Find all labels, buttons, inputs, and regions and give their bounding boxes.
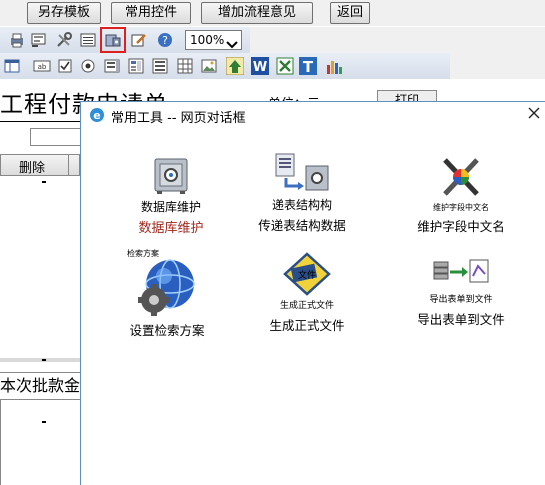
- list-icon[interactable]: [79, 31, 97, 49]
- add-process-opinion-button[interactable]: 增加流程意见: [201, 2, 313, 24]
- chevron-down-icon: [226, 36, 238, 54]
- tool-icon-caption: 维护字段中文名: [433, 203, 489, 212]
- tool-icon-caption: 递表结构构: [271, 198, 332, 212]
- tool-caption: 设置检索方案: [129, 323, 205, 338]
- tool-database-maintenance[interactable]: 数据库维护 数据库维护: [121, 156, 221, 236]
- toolbar-row-2-empty: [450, 53, 545, 79]
- tool-caption: 导出表单到文件: [417, 312, 505, 327]
- tool-icon-caption: 导出表单到文件: [429, 295, 493, 305]
- tool-icon-caption: 生成正式文件: [279, 301, 334, 311]
- export-icon: [430, 256, 492, 290]
- home-icon[interactable]: [226, 57, 244, 75]
- title-underline: [0, 121, 80, 122]
- selected-tool-highlight: [100, 27, 126, 53]
- row-marker: [42, 181, 46, 183]
- dialog-title: 常用工具 -- 网页对话框: [111, 111, 246, 126]
- common-controls-button[interactable]: 常用控件: [111, 2, 191, 24]
- row-marker: [42, 359, 46, 361]
- tool-caption: 维护字段中文名: [417, 219, 505, 234]
- close-icon[interactable]: [527, 106, 541, 123]
- svg-text:W: W: [253, 60, 267, 75]
- dialog-title-bar: e 常用工具 -- 网页对话框: [81, 102, 545, 129]
- word-icon[interactable]: W: [251, 57, 269, 75]
- tools-icon[interactable]: [55, 31, 73, 49]
- form-icon[interactable]: [151, 57, 169, 75]
- help-icon[interactable]: ?: [156, 31, 174, 49]
- tool-caption: 数据库维护: [138, 221, 204, 236]
- column-divider: [68, 154, 69, 176]
- tool-maintain-field-names[interactable]: 维护字段中文名 维护字段中文名: [406, 156, 516, 235]
- list-box-icon[interactable]: [103, 57, 121, 75]
- tool-search-scheme[interactable]: 检索方案 设置检索方案: [117, 248, 217, 339]
- row-marker: [42, 421, 46, 423]
- globe-gear-icon: [134, 258, 200, 316]
- ie-icon: e: [89, 107, 105, 126]
- print-icon[interactable]: [8, 31, 26, 49]
- preview-icon[interactable]: [30, 31, 48, 49]
- excel-icon[interactable]: [276, 57, 294, 75]
- grid-table-icon[interactable]: [176, 57, 194, 75]
- text-icon[interactable]: T: [299, 57, 317, 75]
- textbox-icon[interactable]: ab: [33, 57, 51, 75]
- svg-text:T: T: [303, 58, 314, 75]
- file-sign-icon: 文件: [282, 252, 332, 296]
- save-as-template-button[interactable]: 另存模板: [27, 2, 101, 24]
- grid-icon[interactable]: [127, 57, 145, 75]
- tool-generate-official-file[interactable]: 文件 生成正式文件 生成正式文件: [257, 252, 357, 334]
- color-tools-icon: [439, 156, 483, 200]
- zoom-select[interactable]: 100%: [185, 30, 242, 50]
- svg-text:e: e: [93, 109, 100, 122]
- zoom-value: 100%: [190, 33, 225, 47]
- tool-caption: 生成正式文件: [269, 318, 345, 333]
- tool-icon-caption: 数据库维护: [140, 200, 201, 214]
- amount-label: 本次批款金额: [0, 372, 80, 400]
- checkbox-icon[interactable]: [56, 57, 74, 75]
- tool-icon-caption: 检索方案: [127, 249, 159, 258]
- delete-header-label: 删除: [19, 161, 46, 176]
- document-input[interactable]: [30, 128, 82, 146]
- top-button-bar: 另存模板 常用控件 增加流程意见 返回: [0, 0, 545, 26]
- svg-text:ab: ab: [38, 63, 47, 71]
- tool-transfer-structure[interactable]: 递表结构构 传递表结构数据: [247, 152, 357, 234]
- chart-icon[interactable]: [325, 57, 343, 75]
- image-icon[interactable]: [200, 57, 218, 75]
- transfer-structure-icon: [272, 152, 332, 194]
- tool-caption: 传递表结构数据: [258, 218, 346, 233]
- radio-icon[interactable]: [79, 57, 97, 75]
- table-border: [0, 400, 1, 485]
- svg-text:?: ?: [162, 34, 168, 47]
- tools-dialog: e 常用工具 -- 网页对话框 数据库维护 数据库维护 递表结构构 传递表结构数…: [80, 101, 545, 485]
- row-separator: [0, 358, 80, 362]
- safe-icon: [151, 156, 191, 196]
- edit-icon[interactable]: [130, 31, 148, 49]
- tool-export-form[interactable]: 导出表单到文件 导出表单到文件: [406, 256, 516, 328]
- table-icon[interactable]: [3, 57, 21, 75]
- toolbar-row-1-empty: [250, 27, 545, 53]
- file-badge-text: 文件: [298, 269, 316, 281]
- back-button[interactable]: 返回: [330, 2, 370, 24]
